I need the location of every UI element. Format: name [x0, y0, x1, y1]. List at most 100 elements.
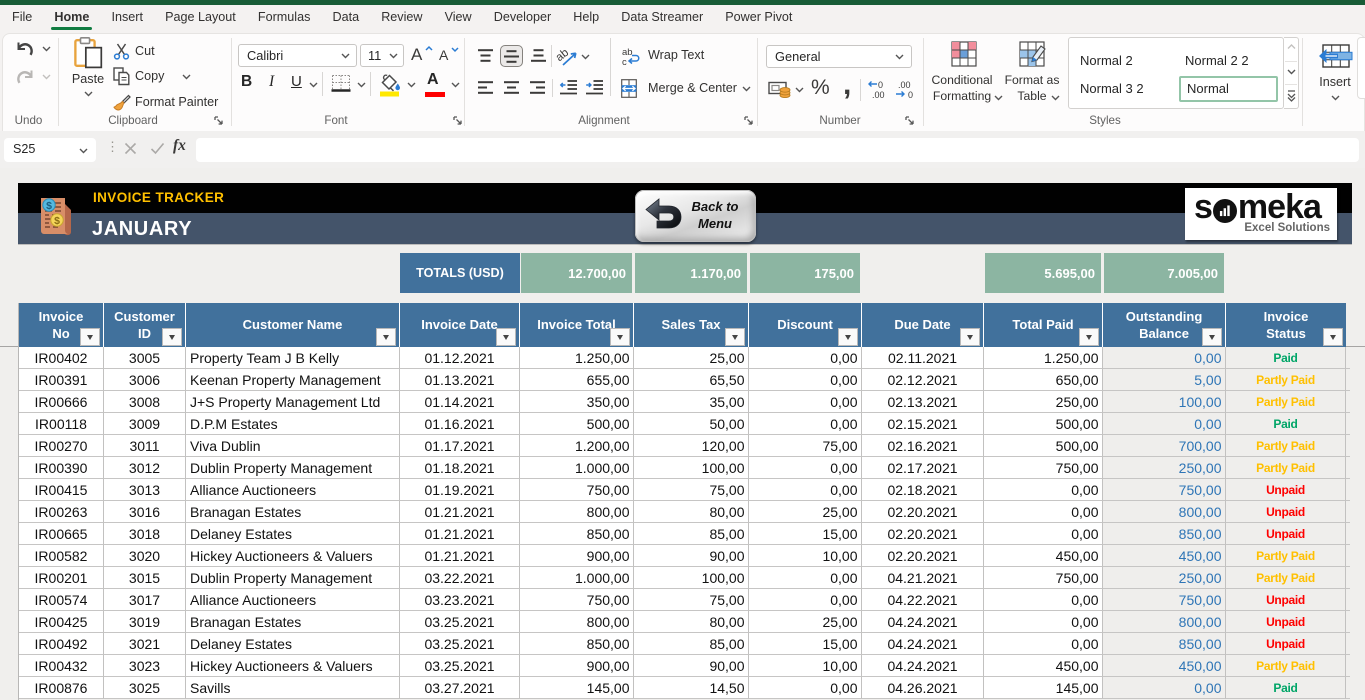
- cell-r6c7[interactable]: 0,00: [749, 457, 862, 479]
- filter-button[interactable]: [1202, 328, 1222, 346]
- cell-r15c11[interactable]: Partly Paid: [1226, 655, 1346, 677]
- cell-r12c10[interactable]: 750,00: [1103, 589, 1226, 611]
- merge-center-button[interactable]: Merge & Center: [621, 79, 757, 99]
- cell-r12c3[interactable]: Alliance Auctioneers: [186, 589, 400, 611]
- cell-r7c9[interactable]: 0,00: [984, 479, 1103, 501]
- cell-r1c3[interactable]: Property Team J B Kelly: [186, 347, 400, 369]
- percent-style-button[interactable]: %: [811, 76, 835, 102]
- cell-r5c4[interactable]: 01.17.2021: [400, 435, 520, 457]
- clipboard-dialog-launcher[interactable]: [214, 116, 226, 128]
- cell-style-normal-2-2[interactable]: Normal 2 2: [1179, 48, 1278, 74]
- cell-r16c6[interactable]: 14,50: [634, 677, 749, 699]
- cell-r2c11[interactable]: Partly Paid: [1226, 369, 1346, 391]
- borders-chevron[interactable]: [357, 82, 366, 88]
- menu-tab-page-layout[interactable]: Page Layout: [154, 5, 247, 30]
- cell-r1c6[interactable]: 25,00: [634, 347, 749, 369]
- cell-r8c2[interactable]: 3016: [104, 501, 186, 523]
- cell-r14c6[interactable]: 85,00: [634, 633, 749, 655]
- cell-r6c2[interactable]: 3012: [104, 457, 186, 479]
- cell-r9c5[interactable]: 850,00: [520, 523, 634, 545]
- cell-r2c5[interactable]: 655,00: [520, 369, 634, 391]
- cell-r5c2[interactable]: 3011: [104, 435, 186, 457]
- cell-r3c7[interactable]: 0,00: [749, 391, 862, 413]
- cell-r12c5[interactable]: 750,00: [520, 589, 634, 611]
- cell-r5c8[interactable]: 02.16.2021: [862, 435, 984, 457]
- cell-r7c5[interactable]: 750,00: [520, 479, 634, 501]
- increase-decimal-button[interactable]: 0.00: [867, 79, 889, 101]
- cell-r11c4[interactable]: 03.22.2021: [400, 567, 520, 589]
- name-box-chevron[interactable]: [79, 148, 88, 154]
- align-top-icon[interactable]: [478, 49, 493, 62]
- cell-r3c6[interactable]: 35,00: [634, 391, 749, 413]
- cell-r11c11[interactable]: Partly Paid: [1226, 567, 1346, 589]
- menu-tab-data[interactable]: Data: [321, 5, 370, 30]
- cell-r11c1[interactable]: IR00201: [19, 567, 104, 589]
- cell-r7c3[interactable]: Alliance Auctioneers: [186, 479, 400, 501]
- menu-tab-help[interactable]: Help: [562, 5, 610, 30]
- cell-r10c9[interactable]: 450,00: [984, 545, 1103, 567]
- filter-button[interactable]: [496, 328, 516, 346]
- alignment-dialog-launcher[interactable]: [744, 116, 756, 128]
- menu-tab-insert[interactable]: Insert: [100, 5, 154, 30]
- cell-r6c4[interactable]: 01.18.2021: [400, 457, 520, 479]
- fill-color-chevron[interactable]: [407, 82, 416, 88]
- cell-r16c11[interactable]: Paid: [1226, 677, 1346, 699]
- cell-style-normal[interactable]: Normal: [1179, 76, 1278, 102]
- cell-r5c3[interactable]: Viva Dublin: [186, 435, 400, 457]
- align-bottom-icon[interactable]: [531, 49, 546, 62]
- cell-r12c7[interactable]: 0,00: [749, 589, 862, 611]
- cell-r4c10[interactable]: 0,00: [1103, 413, 1226, 435]
- cell-r14c9[interactable]: 0,00: [984, 633, 1103, 655]
- cell-r7c10[interactable]: 750,00: [1103, 479, 1226, 501]
- cell-r4c4[interactable]: 01.16.2021: [400, 413, 520, 435]
- cell-r14c11[interactable]: Unpaid: [1226, 633, 1346, 655]
- cell-r14c4[interactable]: 03.25.2021: [400, 633, 520, 655]
- cell-r14c7[interactable]: 15,00: [749, 633, 862, 655]
- cell-r1c1[interactable]: IR00402: [19, 347, 104, 369]
- cell-r2c1[interactable]: IR00391: [19, 369, 104, 391]
- cell-r7c7[interactable]: 0,00: [749, 479, 862, 501]
- cell-r15c8[interactable]: 04.24.2021: [862, 655, 984, 677]
- cell-r8c7[interactable]: 25,00: [749, 501, 862, 523]
- cell-r8c5[interactable]: 800,00: [520, 501, 634, 523]
- cell-r12c8[interactable]: 04.22.2021: [862, 589, 984, 611]
- cell-r2c8[interactable]: 02.12.2021: [862, 369, 984, 391]
- cell-r10c3[interactable]: Hickey Auctioneers & Valuers: [186, 545, 400, 567]
- cell-r12c6[interactable]: 75,00: [634, 589, 749, 611]
- cell-r12c9[interactable]: 0,00: [984, 589, 1103, 611]
- menu-tab-power-pivot[interactable]: Power Pivot: [714, 5, 803, 30]
- font-size-select[interactable]: 11: [360, 44, 404, 67]
- cell-r8c11[interactable]: Unpaid: [1226, 501, 1346, 523]
- cell-r11c7[interactable]: 0,00: [749, 567, 862, 589]
- cell-r3c3[interactable]: J+S Property Management Ltd: [186, 391, 400, 413]
- cell-r7c2[interactable]: 3013: [104, 479, 186, 501]
- cut-button[interactable]: Cut: [112, 41, 222, 63]
- cell-r5c7[interactable]: 75,00: [749, 435, 862, 457]
- orientation-chevron[interactable]: [581, 54, 590, 60]
- cell-r8c4[interactable]: 01.21.2021: [400, 501, 520, 523]
- decrease-decimal-button[interactable]: .000: [894, 79, 916, 101]
- undo-menu-chevron[interactable]: [42, 46, 51, 52]
- cell-r13c5[interactable]: 800,00: [520, 611, 634, 633]
- cell-r4c9[interactable]: 500,00: [984, 413, 1103, 435]
- cell-r13c2[interactable]: 3019: [104, 611, 186, 633]
- cell-r15c2[interactable]: 3023: [104, 655, 186, 677]
- cell-r10c1[interactable]: IR00582: [19, 545, 104, 567]
- cell-r14c10[interactable]: 850,00: [1103, 633, 1226, 655]
- cell-r6c8[interactable]: 02.17.2021: [862, 457, 984, 479]
- cell-r5c11[interactable]: Partly Paid: [1226, 435, 1346, 457]
- cell-r8c10[interactable]: 800,00: [1103, 501, 1226, 523]
- cell-r15c5[interactable]: 900,00: [520, 655, 634, 677]
- cell-r2c6[interactable]: 65,50: [634, 369, 749, 391]
- menu-tab-developer[interactable]: Developer: [483, 5, 563, 30]
- cell-r4c5[interactable]: 500,00: [520, 413, 634, 435]
- menu-tab-review[interactable]: Review: [370, 5, 433, 30]
- borders-button[interactable]: [330, 72, 352, 96]
- font-color-chevron[interactable]: [451, 82, 460, 88]
- cell-r2c9[interactable]: 650,00: [984, 369, 1103, 391]
- cell-r6c11[interactable]: Partly Paid: [1226, 457, 1346, 479]
- cell-r4c1[interactable]: IR00118: [19, 413, 104, 435]
- cell-r16c8[interactable]: 04.26.2021: [862, 677, 984, 699]
- cell-r10c4[interactable]: 01.21.2021: [400, 545, 520, 567]
- cell-r2c7[interactable]: 0,00: [749, 369, 862, 391]
